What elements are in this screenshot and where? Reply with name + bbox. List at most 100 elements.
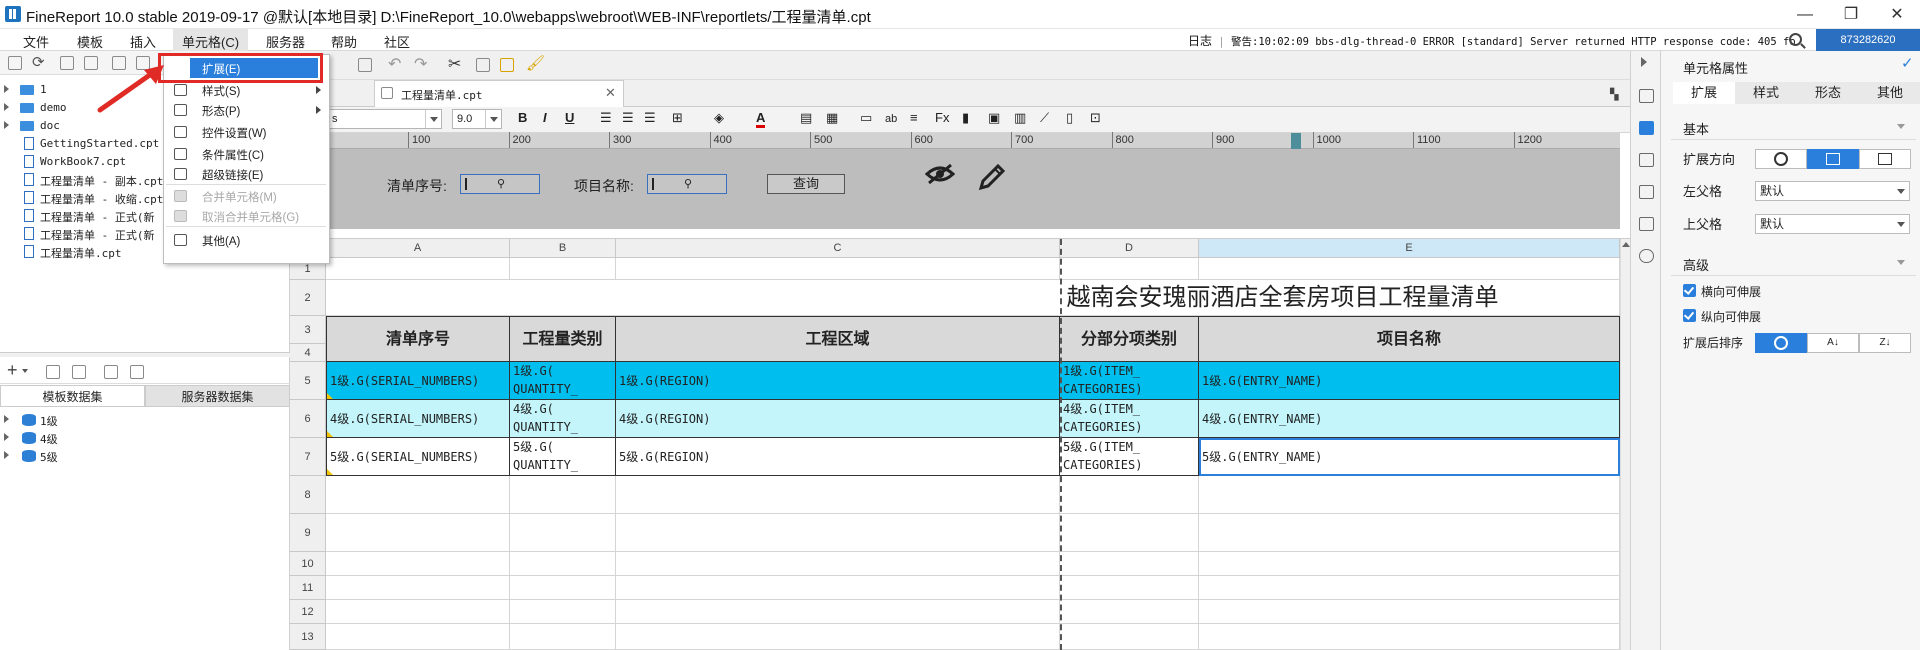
report-title[interactable]: 越南会安瑰丽酒店全套房项目工程量清单: [326, 280, 1620, 316]
data-cell[interactable]: 4级.G(REGION): [616, 400, 1060, 438]
italic-button[interactable]: I: [543, 110, 547, 125]
add-dataset-icon[interactable]: +: [7, 360, 18, 381]
tab-server-datasets[interactable]: 服务器数据集: [145, 385, 290, 407]
align-left-icon[interactable]: ☰: [600, 110, 612, 126]
chevron-down-icon[interactable]: [485, 110, 501, 128]
row-header[interactable]: 5: [290, 362, 326, 400]
data-cell[interactable]: 1级.G(REGION): [616, 362, 1060, 400]
tab-style[interactable]: 样式: [1735, 82, 1797, 104]
empty-cell[interactable]: [616, 576, 1060, 600]
text-format-icon[interactable]: ab: [885, 113, 897, 125]
empty-cell[interactable]: [326, 476, 510, 514]
empty-cell[interactable]: [1199, 258, 1620, 280]
empty-cell[interactable]: [1199, 476, 1620, 514]
expand-horizontal-button[interactable]: [1859, 149, 1911, 169]
data-cell[interactable]: 5级.G(ITEM_ CATEGORIES): [1060, 438, 1199, 476]
widget-icon[interactable]: ▯: [1066, 110, 1073, 126]
data-cell[interactable]: 1级.G(ITEM_ CATEGORIES): [1060, 362, 1199, 400]
empty-cell[interactable]: [1060, 600, 1199, 624]
menu-help[interactable]: 帮助: [331, 32, 357, 51]
empty-cell[interactable]: [1060, 552, 1199, 576]
new-folder-icon[interactable]: [8, 56, 22, 70]
unmerge-icon[interactable]: ▦: [826, 110, 838, 126]
paste-icon[interactable]: [500, 58, 514, 72]
slash-icon[interactable]: ⟋: [1040, 110, 1049, 126]
empty-cell[interactable]: [510, 514, 616, 552]
user-id-badge[interactable]: 873282620: [1816, 29, 1920, 51]
empty-cell[interactable]: [510, 624, 616, 650]
row-header[interactable]: 3: [290, 316, 326, 344]
data-cell[interactable]: 5级.G( QUANTITY_: [510, 438, 616, 476]
empty-cell[interactable]: [510, 258, 616, 280]
menu-file[interactable]: 文件: [23, 32, 49, 51]
data-cell[interactable]: 4级.G(ENTRY_NAME): [1199, 400, 1620, 438]
row-header[interactable]: 9: [290, 514, 326, 552]
data-cell[interactable]: 5级.G(REGION): [616, 438, 1060, 476]
font-name-select[interactable]: s: [327, 109, 442, 129]
row-header[interactable]: 11: [290, 576, 326, 600]
data-cell[interactable]: 1级.G(SERIAL_NUMBERS): [326, 362, 510, 400]
pencil-icon[interactable]: [977, 162, 1007, 192]
horizontal-expand-checkbox[interactable]: [1683, 284, 1696, 297]
expand-arrow-icon[interactable]: [4, 103, 9, 111]
float-element-icon[interactable]: [1639, 153, 1654, 167]
empty-cell[interactable]: [510, 600, 616, 624]
empty-cell[interactable]: [616, 552, 1060, 576]
menu-item[interactable]: 取消合并单元格(G): [164, 206, 329, 226]
template-tab[interactable]: 工程量清单.cpt ✕: [374, 80, 624, 107]
column-header-d[interactable]: D: [1060, 239, 1199, 258]
panel-splitter[interactable]: [0, 352, 290, 357]
expand-arrow-icon[interactable]: [4, 121, 9, 129]
row-header[interactable]: 2: [290, 280, 326, 316]
row-header[interactable]: 10: [290, 552, 326, 576]
log-bar[interactable]: 日志 | 警告:10:02:09 bbs-dlg-thread-0 ERROR …: [1188, 32, 1796, 49]
expand-arrow-icon[interactable]: [4, 85, 9, 93]
insert-row-icon[interactable]: ▭: [860, 110, 872, 126]
header-serial[interactable]: 清单序号: [326, 316, 510, 362]
row-header[interactable]: 13: [290, 624, 326, 650]
font-size-select[interactable]: 9.0: [452, 109, 502, 129]
close-tab-icon[interactable]: ✕: [605, 85, 616, 101]
locate-icon[interactable]: [60, 56, 74, 70]
wrap-icon[interactable]: ≡: [910, 110, 918, 125]
empty-cell[interactable]: [616, 514, 1060, 552]
chart-icon[interactable]: ▮: [962, 110, 969, 126]
expand-none-button[interactable]: [1755, 149, 1807, 169]
empty-cell[interactable]: [326, 576, 510, 600]
menu-cell[interactable]: 单元格(C): [173, 29, 249, 51]
maximize-button[interactable]: ❐: [1828, 0, 1874, 29]
menu-template[interactable]: 模板: [77, 32, 103, 51]
tab-expand[interactable]: 扩展: [1673, 82, 1735, 104]
selected-cell[interactable]: [1199, 438, 1620, 476]
edit-icon[interactable]: [46, 365, 60, 379]
data-cell[interactable]: 1级.G(ENTRY_NAME): [1199, 362, 1620, 400]
header-quantity-type[interactable]: 工程量类别: [510, 316, 616, 362]
log-label[interactable]: 日志: [1188, 34, 1212, 48]
minimize-button[interactable]: —: [1782, 0, 1828, 29]
cell-element-icon[interactable]: [1639, 89, 1654, 103]
expand-arrow-icon[interactable]: [4, 451, 9, 459]
empty-cell[interactable]: [326, 600, 510, 624]
data-cell[interactable]: 5级.G(SERIAL_NUMBERS): [326, 438, 510, 476]
header-item-category[interactable]: 分部分项类别: [1060, 316, 1199, 362]
row-header[interactable]: 4: [290, 344, 326, 362]
left-parent-select[interactable]: 默认: [1755, 181, 1910, 201]
query-button[interactable]: 查询: [767, 174, 845, 194]
menu-insert[interactable]: 插入: [130, 32, 156, 51]
expand-arrow-icon[interactable]: [4, 433, 9, 441]
empty-cell[interactable]: [1199, 624, 1620, 650]
image-icon[interactable]: ▣: [988, 110, 1000, 126]
empty-cell[interactable]: [1060, 258, 1199, 280]
row-header[interactable]: 6: [290, 400, 326, 438]
merge-icon[interactable]: ▤: [800, 110, 812, 126]
underline-button[interactable]: U: [565, 110, 574, 125]
bold-button[interactable]: B: [518, 110, 527, 125]
header-entry-name[interactable]: 项目名称: [1199, 316, 1620, 362]
condition-icon[interactable]: [1639, 217, 1654, 231]
empty-cell[interactable]: [326, 514, 510, 552]
empty-cell[interactable]: [1060, 576, 1199, 600]
formula-icon[interactable]: Fx: [935, 110, 949, 125]
eye-hidden-icon[interactable]: [925, 164, 955, 184]
data-cell[interactable]: 4级.G(ITEM_ CATEGORIES): [1060, 400, 1199, 438]
fill-color-icon[interactable]: ◈: [714, 110, 724, 126]
